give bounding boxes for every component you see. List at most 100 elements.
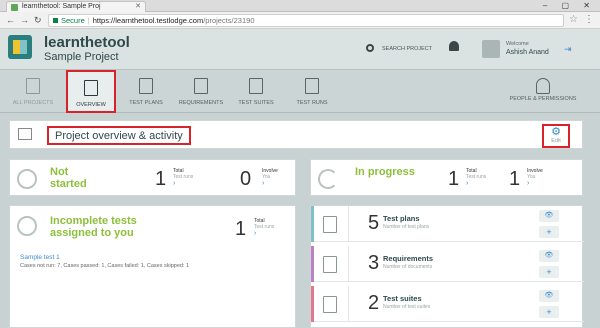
forward-arrow-icon[interactable]: →: [20, 14, 29, 26]
bell-icon[interactable]: [449, 41, 459, 51]
item-count: 3: [368, 252, 380, 274]
in-progress-total[interactable]: Total Test runs ›: [466, 168, 486, 188]
presentation-icon: [84, 80, 98, 96]
nav-test-runs[interactable]: TEST RUNS: [286, 70, 338, 113]
item-count: 5: [368, 212, 380, 234]
not-started-total[interactable]: Total Test runs ›: [173, 168, 193, 188]
tab-title: learnthetool: Sample Proj: [22, 3, 101, 10]
not-started-title: Not started: [50, 166, 87, 190]
nav-label: OVERVIEW: [76, 102, 106, 108]
in-progress-card: In progress 1 Total Test runs › 1 Involv…: [310, 159, 583, 196]
window-controls[interactable]: – ▢ ✕: [543, 0, 596, 11]
edit-document-icon: [323, 216, 337, 233]
app-name: learnthetool: [44, 34, 130, 51]
color-stripe: [311, 246, 314, 282]
person-icon: [536, 78, 550, 94]
view-eye-icon[interactable]: 👁: [539, 290, 559, 302]
item-label[interactable]: Test suites: [383, 294, 422, 303]
page-title: Project overview & activity: [47, 126, 191, 145]
in-progress-title: In progress: [355, 166, 415, 178]
app-logo-icon[interactable]: [8, 35, 32, 59]
chevron-right-icon: ›: [262, 180, 265, 187]
view-eye-icon[interactable]: 👁: [539, 210, 559, 222]
browser-menu-icon[interactable]: ⋮: [584, 14, 594, 26]
chevron-right-icon: ›: [527, 180, 530, 187]
item-label[interactable]: Test plans: [383, 214, 420, 223]
address-bar-row: ← → ↻ Secure | https://learnthetool.testlo…: [0, 12, 600, 29]
user-name: Ashish Anand: [506, 49, 549, 56]
url-field[interactable]: Secure | https://learnthetool.testlodge.co…: [48, 14, 564, 27]
back-arrow-icon[interactable]: ←: [6, 14, 15, 26]
presentation-icon: [18, 128, 32, 140]
avatar: [482, 40, 500, 58]
clock-icon: [17, 169, 37, 189]
nav-test-suites[interactable]: TEST SUITES: [230, 70, 282, 113]
item-sub: Number of documents: [383, 264, 433, 270]
item-sub: Number of test plans: [383, 224, 430, 230]
search-project-button[interactable]: SEARCH PROJECT: [360, 36, 438, 62]
item-label[interactable]: Requirements: [383, 254, 433, 263]
color-stripe: [311, 206, 314, 242]
total-sub: Test runs: [254, 224, 275, 230]
chevron-right-icon: ›: [254, 230, 257, 237]
not-started-card: Not started 1 Total Test runs › 0 Involv…: [9, 159, 296, 196]
incomplete-total[interactable]: Total Test runs ›: [254, 218, 274, 238]
list-document-icon: [323, 296, 337, 313]
tab-close-icon[interactable]: ✕: [135, 2, 141, 12]
in-progress-involve[interactable]: Involve You ›: [527, 168, 543, 188]
nav-requirements[interactable]: REQUIREMENTS: [174, 70, 228, 113]
nav-people-permissions[interactable]: PEOPLE & PERMISSIONS: [508, 70, 578, 113]
not-started-count: 1: [155, 168, 167, 190]
involve-count: 0: [240, 168, 252, 190]
edit-document-icon: [139, 78, 153, 94]
document-icon: [323, 256, 337, 273]
app-header: learnthetool Sample Project SEARCH PROJE…: [0, 29, 600, 70]
nav-test-plans[interactable]: TEST PLANS: [120, 70, 172, 113]
project-summary-list: 5 Test plans Number of test plans 👁 + 3 …: [310, 205, 584, 328]
sample-test-link[interactable]: Sample test 1: [20, 254, 60, 261]
list-item: 2 Test suites Number of test suites 👁 +: [311, 286, 584, 322]
nav-label: TEST RUNS: [296, 100, 328, 106]
list-document-icon: [249, 78, 263, 94]
add-plus-icon[interactable]: +: [539, 226, 559, 238]
add-plus-icon[interactable]: +: [539, 266, 559, 278]
search-icon: [366, 44, 374, 52]
pause-icon: [17, 216, 37, 236]
gear-icon: ⚙: [551, 126, 561, 138]
browser-tab-bar: learnthetool: Sample Proj ✕ – ▢ ✕: [0, 0, 600, 12]
edit-label: Edit: [551, 138, 561, 144]
project-name: Sample Project: [44, 51, 119, 63]
edit-button[interactable]: ⚙ Edit: [542, 124, 570, 148]
sample-test-stats: Cases not run: 7, Cases passed: 1, Cases…: [20, 263, 190, 269]
view-eye-icon[interactable]: 👁: [539, 250, 559, 262]
url-host: https://learnthetool.testlodge.com: [92, 16, 204, 25]
list-item: 3 Requirements Number of documents 👁 +: [311, 246, 584, 282]
bookmark-star-icon[interactable]: ☆: [569, 14, 578, 26]
incomplete-title: Incomplete tests assigned to you: [50, 215, 137, 239]
welcome-label: Welcome: [506, 41, 529, 47]
chevron-right-icon: ›: [173, 180, 176, 187]
total-sub: Test runs: [466, 174, 487, 180]
item-sub: Number of test suites: [383, 304, 431, 310]
browser-tab[interactable]: learnthetool: Sample Proj ✕: [6, 1, 146, 12]
secure-label: Secure: [61, 16, 85, 25]
chevron-right-icon: ›: [466, 180, 469, 187]
favicon-icon: [11, 4, 18, 11]
nav-overview[interactable]: OVERVIEW: [66, 70, 116, 113]
add-plus-icon[interactable]: +: [539, 306, 559, 318]
nav-all-projects[interactable]: ALL PROJECTS: [8, 70, 58, 113]
in-progress-count: 1: [448, 168, 460, 190]
not-started-involve[interactable]: Involve You ›: [262, 168, 278, 188]
incomplete-tests-card: Incomplete tests assigned to you 1 Total…: [9, 205, 296, 328]
color-stripe: [311, 286, 314, 322]
nav-label: TEST PLANS: [129, 100, 163, 106]
main-nav: ALL PROJECTS OVERVIEW TEST PLANS REQUIRE…: [0, 70, 600, 113]
reload-icon[interactable]: ↻: [34, 14, 42, 26]
logout-icon[interactable]: ⇥: [564, 44, 572, 55]
refresh-icon: [318, 169, 338, 189]
item-count: 2: [368, 292, 380, 314]
nav-label: ALL PROJECTS: [12, 100, 54, 106]
user-menu[interactable]: Welcome Ashish Anand ⇥: [478, 36, 576, 62]
total-sub: Test runs: [173, 174, 194, 180]
list-item: 5 Test plans Number of test plans 👁 +: [311, 206, 584, 242]
